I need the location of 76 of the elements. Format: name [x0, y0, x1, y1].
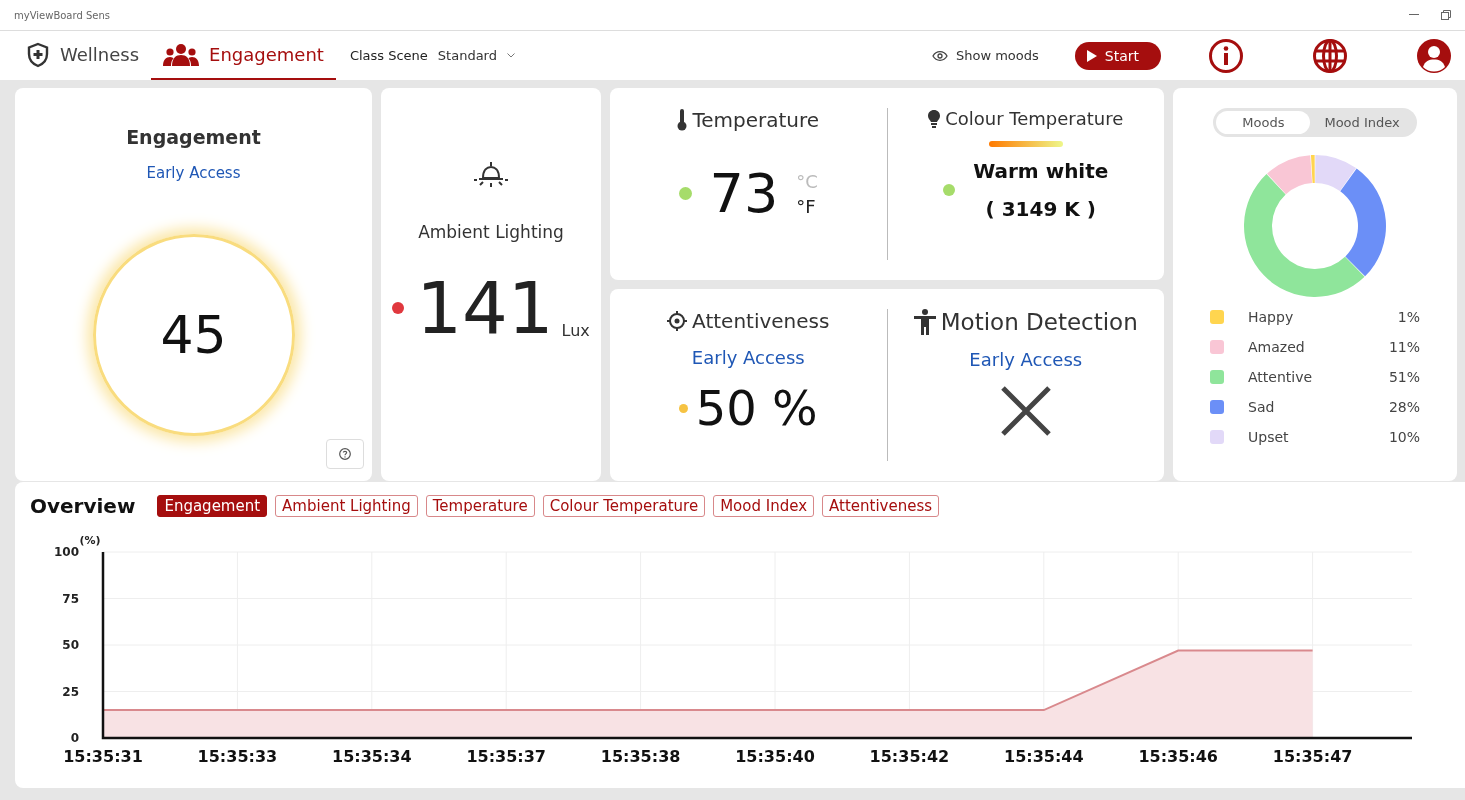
x-tick-label: 15:35:33 [197, 747, 278, 766]
legend-value: 1% [1397, 309, 1420, 325]
filter-chip[interactable]: Attentiveness [822, 495, 940, 517]
x-tick-label: 15:35:42 [869, 747, 950, 766]
x-tick-label: 15:35:38 [600, 747, 681, 766]
thermometer-icon [677, 109, 688, 131]
minimize-icon[interactable] [1409, 14, 1419, 16]
legend-label: Upset [1248, 429, 1289, 445]
question-icon [339, 448, 351, 460]
info-icon[interactable] [1209, 38, 1243, 73]
filter-chip[interactable]: Colour Temperature [542, 495, 706, 517]
temperature-value: 73 [709, 162, 779, 225]
y-tick-label: 0 [70, 731, 79, 745]
x-tick-label: 15:35:40 [735, 747, 815, 766]
x-tick-label: 15:35:47 [1272, 747, 1353, 766]
globe-icon[interactable] [1313, 38, 1347, 73]
cross-icon [1000, 386, 1051, 436]
legend-value: 11% [1388, 339, 1420, 355]
eye-icon [932, 50, 948, 61]
caret-icon [507, 53, 515, 58]
card-title: Temperature [692, 108, 820, 132]
restore-icon[interactable] [1441, 10, 1451, 20]
legend-label: Attentive [1248, 369, 1313, 385]
card-title: Engagement [126, 126, 261, 148]
y-tick-label: 50 [62, 638, 79, 652]
toggle-option[interactable]: Moods [1216, 111, 1311, 134]
people-icon [163, 42, 200, 67]
y-tick-label: 100 [53, 545, 79, 559]
show-moods-button[interactable]: Show moods [926, 47, 1045, 64]
toggle-option[interactable]: Mood Index [1310, 111, 1414, 134]
filter-chip[interactable]: Engagement [157, 495, 268, 517]
nav-tab[interactable]: Engagement [151, 31, 336, 80]
help-button[interactable] [326, 439, 364, 469]
window-title: myViewBoard Sens [14, 9, 110, 21]
engagement-score: 45 [160, 305, 227, 365]
colour-name: Warm white [973, 159, 1109, 183]
attentiveness-value: 50 % [695, 380, 818, 436]
y-tick-label: 75 [62, 591, 79, 606]
legend-label: Sad [1248, 399, 1275, 415]
card-title: Attentiveness [692, 309, 830, 333]
unit-label: Lux [561, 321, 590, 340]
legend-label: Amazed [1248, 339, 1305, 355]
card-title: Motion Detection [940, 309, 1138, 335]
legend-value: 28% [1388, 399, 1420, 415]
y-tick-label: 25 [62, 684, 79, 699]
kelvin-value: ( 3149 K ) [985, 197, 1096, 221]
early-access-label: Early Access [969, 349, 1083, 370]
card-title: Colour Temperature [945, 108, 1124, 129]
x-tick-label: 15:35:37 [466, 747, 546, 766]
unit-option[interactable]: °F [796, 195, 818, 217]
x-tick-label: 15:35:44 [1004, 747, 1084, 766]
filter-chip[interactable]: Ambient Lighting [275, 495, 418, 517]
axis-unit: (%) [79, 534, 101, 547]
shield-icon [26, 41, 50, 68]
x-tick-label: 15:35:31 [63, 747, 143, 766]
filter-chip[interactable]: Mood Index [713, 495, 815, 517]
early-access-label: Early Access [146, 164, 241, 182]
scene-label: Class Scene [349, 48, 428, 63]
early-access-label: Early Access [691, 347, 805, 368]
legend-value: 51% [1388, 369, 1420, 385]
person-icon [913, 309, 936, 335]
start-button[interactable]: Start [1074, 41, 1161, 70]
legend-label: Happy [1248, 309, 1294, 325]
legend-value: 10% [1388, 429, 1420, 445]
bulb-icon [928, 109, 941, 128]
x-tick-label: 15:35:46 [1138, 747, 1218, 766]
scene-dropdown[interactable]: Standard [435, 46, 517, 65]
section-title: Overview [30, 494, 136, 518]
nav-tab[interactable]: Wellness [14, 31, 152, 80]
crosshair-icon [667, 311, 688, 331]
lux-value: 141 [416, 272, 554, 344]
user-icon[interactable] [1417, 38, 1451, 73]
card-title: Ambient Lighting [418, 222, 564, 242]
x-tick-label: 15:35:34 [332, 747, 412, 766]
play-icon [1086, 49, 1097, 62]
filter-chip[interactable]: Temperature [425, 495, 535, 517]
